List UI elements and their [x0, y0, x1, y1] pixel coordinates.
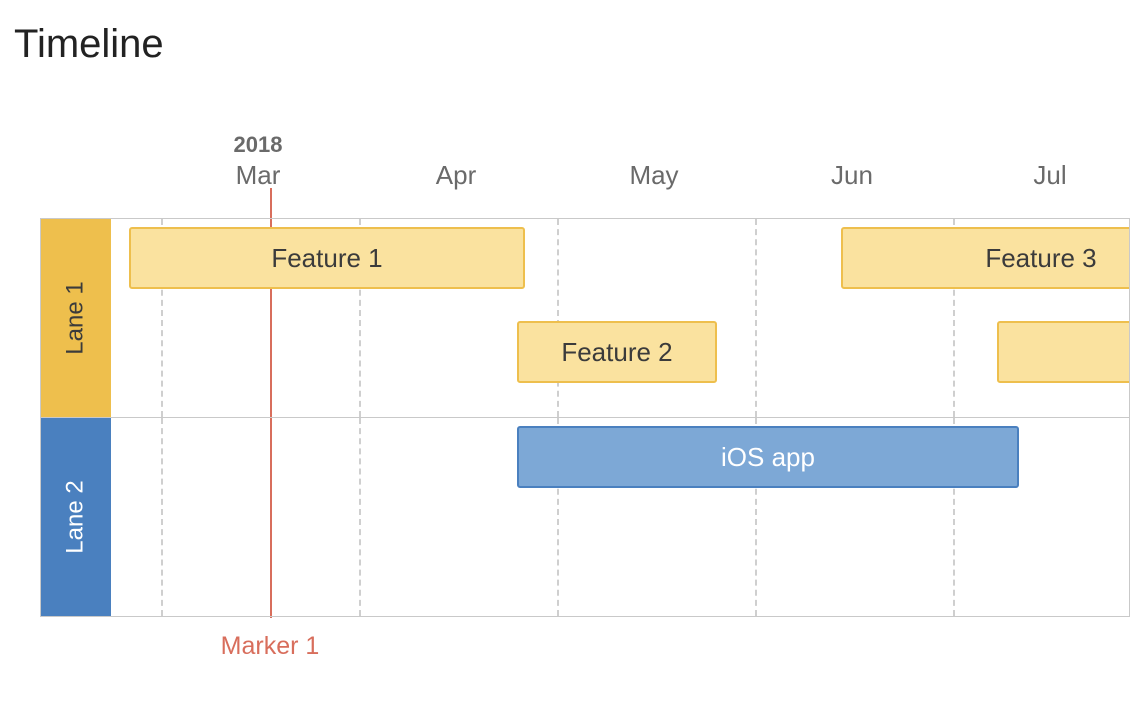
task-bar-label: iOS app [721, 442, 815, 473]
timeline-chart: 2018 Mar Apr May Jun Jul Lane 1 Feature … [40, 132, 1130, 632]
lane-2-body: iOS app [111, 418, 1129, 616]
year-label: 2018 [234, 132, 283, 158]
task-bar-feature1[interactable]: Feature 1 [129, 227, 525, 289]
task-bar-feature2[interactable]: Feature 2 [517, 321, 717, 383]
task-bar-feature4[interactable] [997, 321, 1130, 383]
lane-1-body: Feature 1 Feature 2 Feature 3 [111, 219, 1129, 417]
month-label-mar: Mar [236, 160, 281, 191]
lanes-container: Lane 1 Feature 1 Feature 2 Feature 3 [40, 218, 1130, 608]
page-title: Timeline [14, 22, 164, 67]
lane-2-header[interactable]: Lane 2 [41, 418, 111, 616]
gridline [359, 418, 361, 616]
gridline [161, 418, 163, 616]
lane-2-label: Lane 2 [62, 480, 90, 553]
lane-1-header[interactable]: Lane 1 [41, 219, 111, 417]
task-bar-feature3[interactable]: Feature 3 [841, 227, 1130, 289]
marker-label[interactable]: Marker 1 [221, 632, 320, 661]
lane-2: Lane 2 iOS app [40, 417, 1130, 617]
lane-1: Lane 1 Feature 1 Feature 2 Feature 3 [40, 218, 1130, 418]
lane-1-label: Lane 1 [62, 281, 90, 354]
month-label-jul: Jul [1033, 160, 1066, 191]
gridline [755, 219, 757, 417]
month-label-apr: Apr [436, 160, 476, 191]
task-bar-ios-app[interactable]: iOS app [517, 426, 1019, 488]
time-axis: 2018 Mar Apr May Jun Jul [110, 132, 1130, 218]
task-bar-label: Feature 1 [271, 243, 382, 274]
month-label-jun: Jun [831, 160, 873, 191]
task-bar-label: Feature 2 [561, 337, 672, 368]
gridline [557, 219, 559, 417]
month-label-may: May [629, 160, 678, 191]
task-bar-label: Feature 3 [985, 243, 1096, 274]
